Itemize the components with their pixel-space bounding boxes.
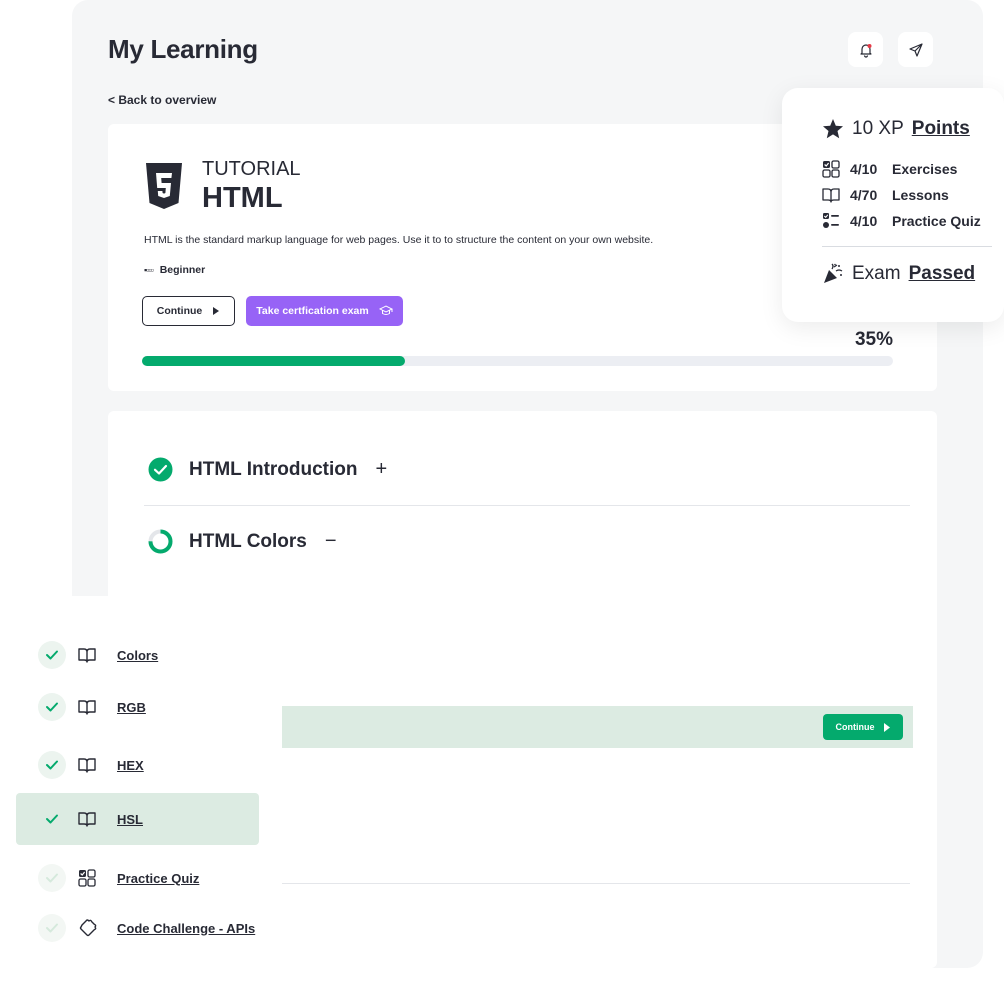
party-popper-icon — [824, 263, 843, 283]
lesson-item-hsl[interactable]: HSL — [16, 793, 259, 845]
lesson-item-code-challenge[interactable]: Code Challenge - APIs — [16, 902, 259, 954]
complete-check-icon — [148, 457, 173, 482]
xp-value: 10 XP — [852, 118, 904, 139]
play-icon — [213, 307, 220, 315]
html5-logo-icon — [146, 163, 182, 209]
points-link[interactable]: Points — [912, 118, 970, 140]
level-text: Beginner — [159, 264, 206, 276]
check-icon — [38, 693, 66, 721]
level-indicator-icon: ▪▫▫▫ — [144, 265, 154, 275]
quiz-grid-icon — [78, 869, 96, 887]
quiz-list-icon — [823, 213, 839, 228]
graduation-cap-icon — [378, 305, 393, 315]
progress-bar-fill — [142, 356, 405, 366]
notification-button[interactable] — [848, 32, 883, 67]
book-icon — [822, 188, 840, 203]
exam-passed-link[interactable]: Passed — [909, 263, 976, 285]
exercises-grid-icon — [822, 160, 840, 178]
module-title: HTML Colors — [189, 530, 307, 552]
lesson-item-hex[interactable]: HEX — [16, 739, 259, 791]
book-icon — [78, 646, 96, 664]
level-badge: ▪▫▫▫ Beginner — [144, 264, 205, 276]
progress-bar — [142, 356, 893, 366]
module-title: HTML Introduction — [189, 458, 358, 480]
exercises-stat: 4/10 Exercises — [822, 160, 957, 178]
exam-prefix: Exam — [852, 263, 901, 284]
puzzle-icon — [78, 918, 98, 938]
xp-points: 10 XP Points — [822, 118, 970, 140]
lesson-item-practice-quiz[interactable]: Practice Quiz — [16, 852, 259, 904]
bell-icon — [859, 43, 872, 58]
tutorial-label: TUTORIAL — [202, 158, 301, 180]
module-divider — [144, 505, 910, 506]
current-lesson-row: Continue — [278, 706, 913, 748]
check-icon — [38, 864, 66, 892]
lesson-label[interactable]: HSL — [117, 812, 143, 827]
book-icon — [78, 756, 96, 774]
stats-card: 10 XP Points 4/10 Exercises 4/70 Lessons… — [782, 88, 1004, 322]
back-to-overview-link[interactable]: < Back to overview — [108, 93, 216, 107]
lesson-item-colors[interactable]: Colors — [16, 629, 259, 681]
lesson-label[interactable]: Code Challenge - APIs — [117, 921, 255, 936]
continue-button[interactable]: Continue — [142, 296, 235, 326]
check-icon — [38, 641, 66, 669]
lesson-label[interactable]: RGB — [117, 700, 146, 715]
take-certification-exam-button[interactable]: Take certfication exam — [246, 296, 403, 326]
lesson-continue-label: Continue — [835, 722, 875, 732]
page-title: My Learning — [108, 34, 258, 64]
in-progress-ring-icon — [148, 529, 173, 554]
exam-status: Exam Passed — [822, 263, 975, 285]
course-description: HTML is the standard markup language for… — [144, 234, 654, 246]
lesson-label[interactable]: HEX — [117, 758, 144, 773]
lesson-item-rgb[interactable]: RGB — [16, 681, 259, 733]
book-icon — [78, 810, 96, 828]
expand-toggle[interactable]: + — [376, 458, 388, 481]
lesson-label[interactable]: Colors — [117, 648, 158, 663]
module-html-introduction[interactable]: HTML Introduction + — [148, 457, 387, 482]
star-icon — [823, 119, 843, 139]
collapse-toggle[interactable]: − — [325, 530, 337, 553]
exercises-count: 4/10 — [850, 161, 878, 177]
progress-percent: 35% — [854, 329, 893, 350]
lesson-label[interactable]: Practice Quiz — [117, 871, 199, 886]
share-button[interactable] — [898, 32, 933, 67]
continue-label: Continue — [156, 305, 203, 317]
quiz-label: Practice Quiz — [892, 213, 981, 229]
lessons-label: Lessons — [892, 187, 949, 203]
lessons-stat: 4/70 Lessons — [822, 186, 949, 204]
lessons-count: 4/70 — [850, 187, 878, 203]
book-icon — [78, 698, 96, 716]
course-title: HTML — [202, 182, 283, 214]
lesson-continue-button[interactable]: Continue — [823, 714, 903, 740]
exercises-label: Exercises — [892, 161, 958, 177]
check-icon — [38, 914, 66, 942]
exam-button-label: Take certfication exam — [256, 305, 369, 317]
practice-quiz-stat: 4/10 Practice Quiz — [822, 212, 981, 230]
send-icon — [908, 42, 923, 57]
check-icon — [38, 805, 66, 833]
check-icon — [38, 751, 66, 779]
quiz-count: 4/10 — [850, 213, 878, 229]
stats-divider — [822, 246, 992, 247]
lessons-list-panel: Colors RGB HEX HSL Practice Quiz Code Ch… — [0, 596, 282, 992]
play-icon — [883, 722, 890, 732]
module-html-colors[interactable]: HTML Colors − — [148, 529, 337, 554]
